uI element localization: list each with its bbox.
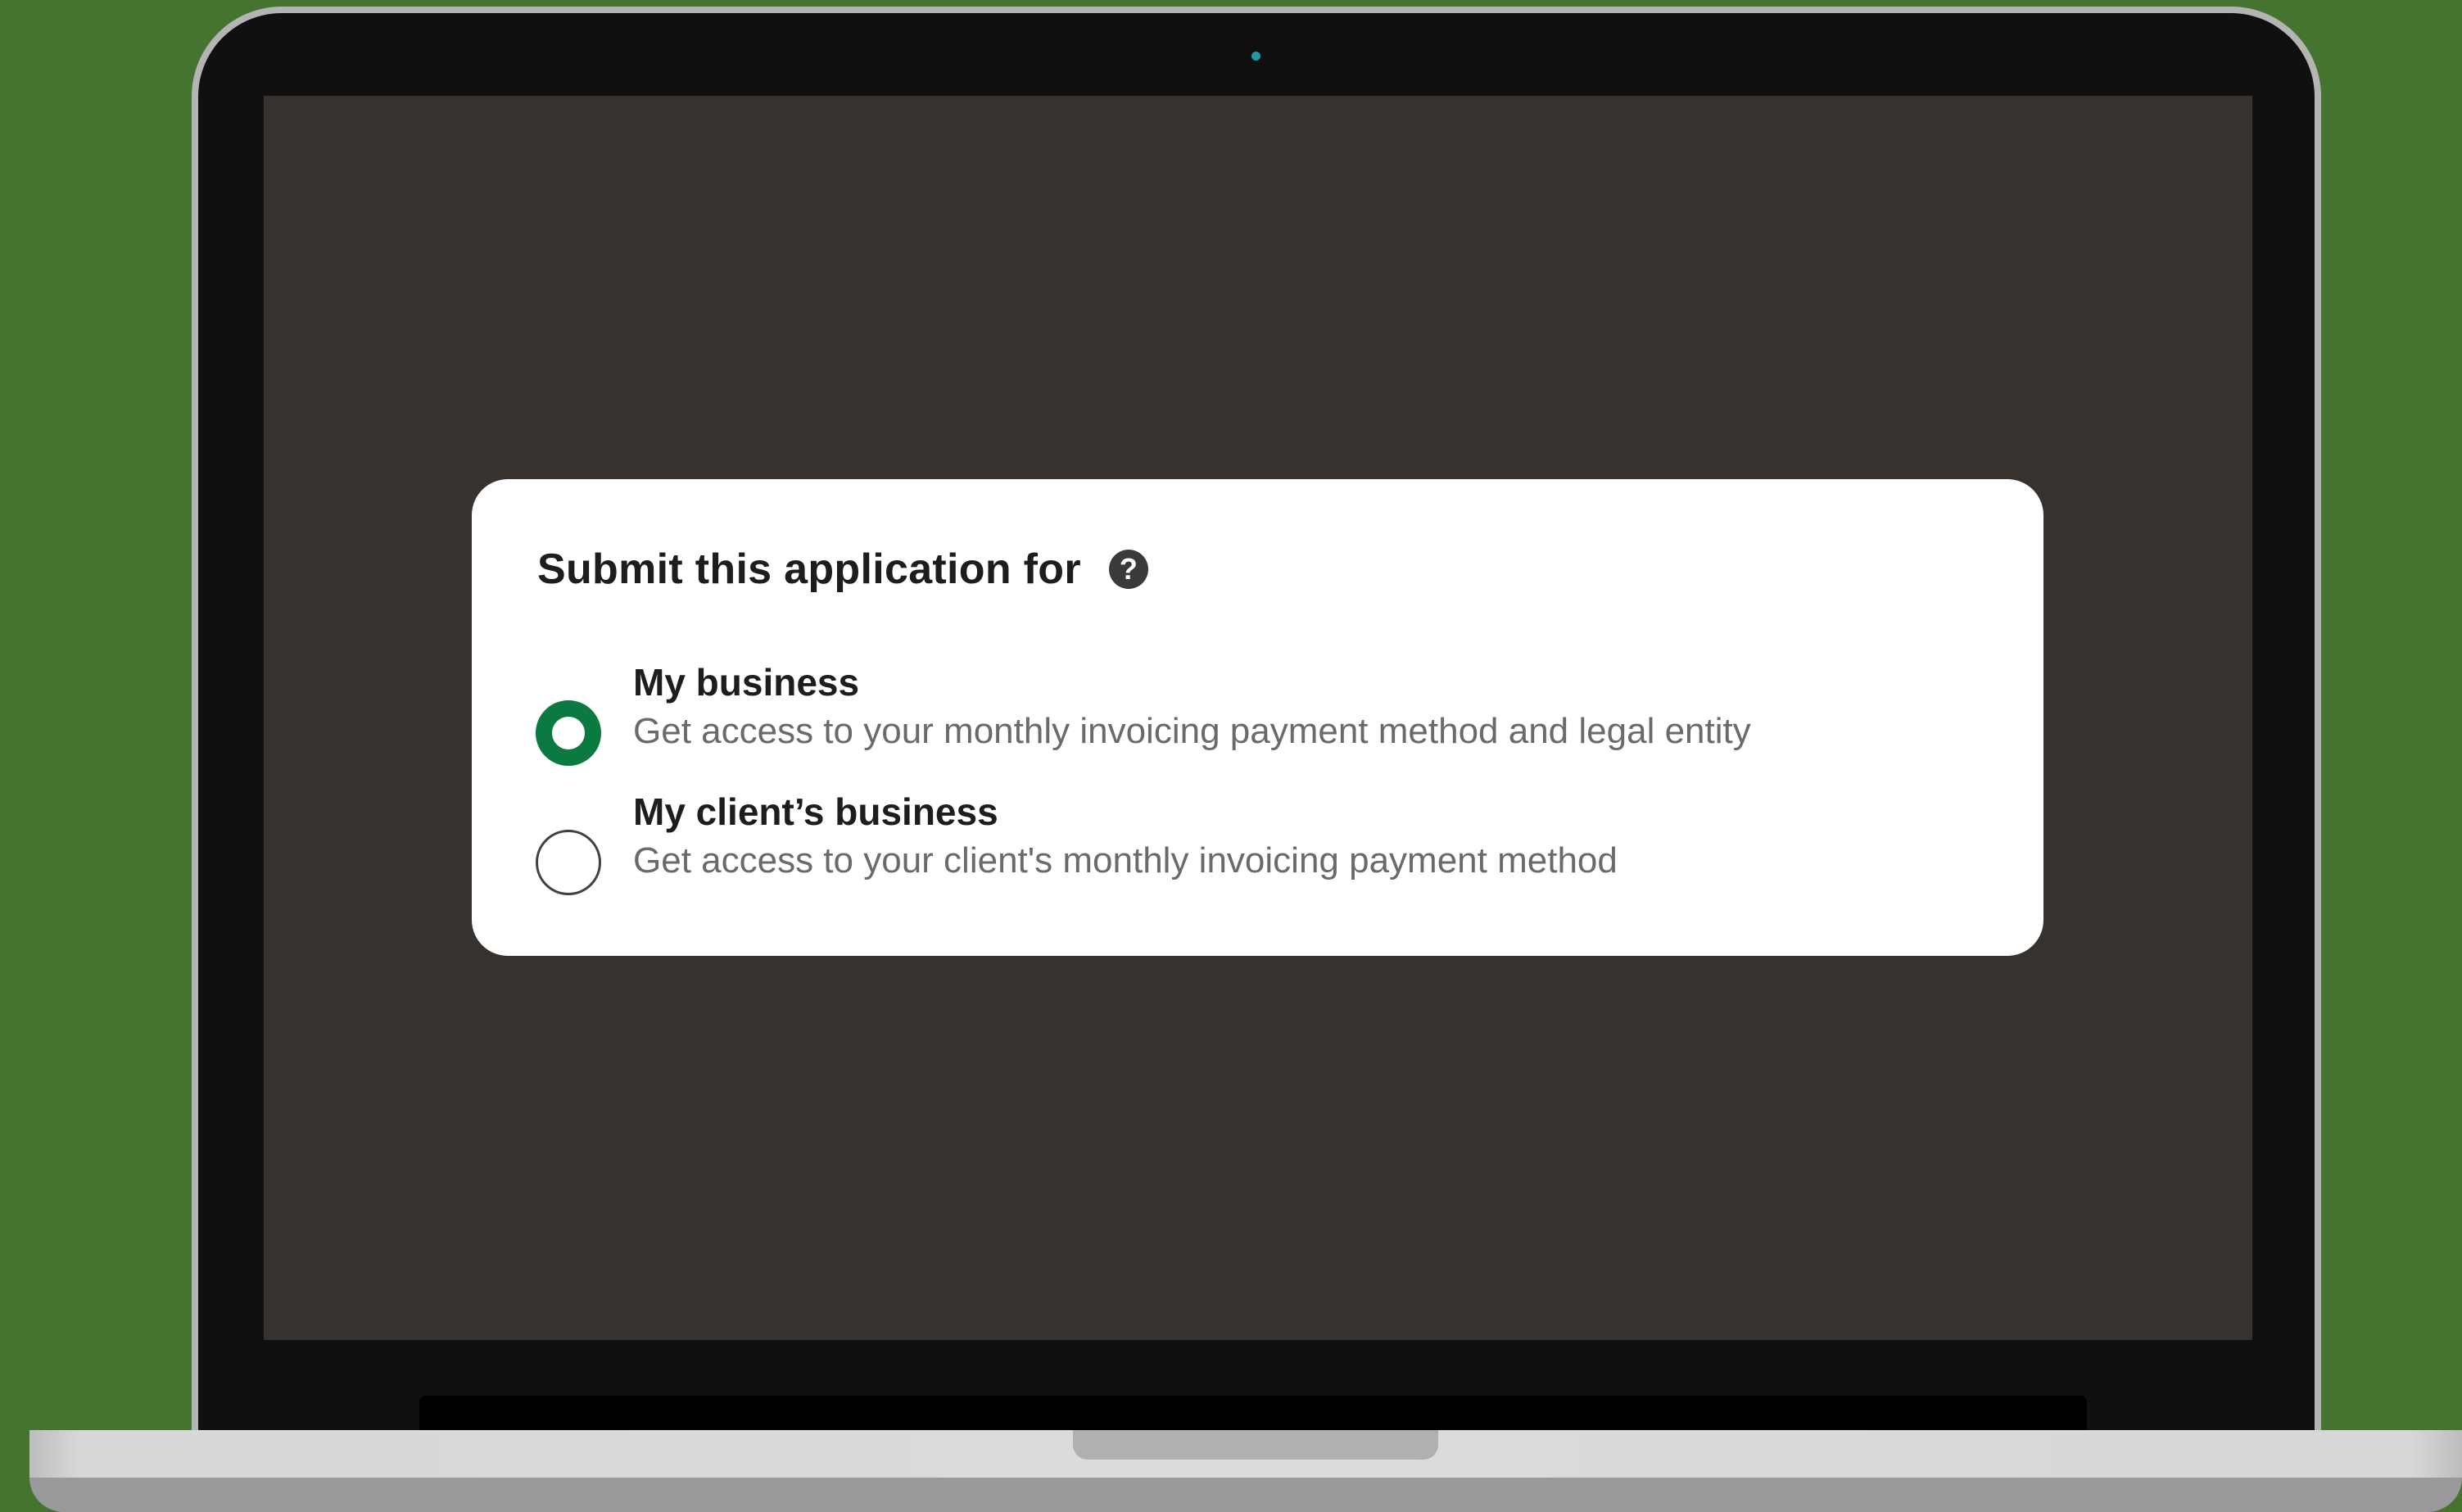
laptop-hinge: [419, 1396, 2087, 1433]
option-description: Get access to your monthly invoicing pay…: [633, 711, 1751, 751]
laptop-notch: [1073, 1430, 1438, 1460]
radio-my-business[interactable]: [536, 700, 601, 766]
dialog-title: Submit this application for: [537, 545, 1081, 593]
option-my-business[interactable]: My business Get access to your monthly i…: [536, 659, 1977, 766]
option-label: My business: [633, 661, 860, 704]
laptop-base-bottom: [29, 1478, 2462, 1512]
radio-clients-business[interactable]: [536, 830, 601, 895]
option-description: Get access to your client's monthly invo…: [633, 840, 1618, 880]
camera-dot: [1251, 52, 1260, 61]
dialog-header: Submit this application for ?: [537, 543, 1148, 595]
application-dialog: Submit this application for ? My busines…: [472, 479, 2043, 956]
option-clients-business[interactable]: My client’s business Get access to your …: [536, 789, 1977, 895]
question-circle-icon[interactable]: ?: [1108, 550, 1148, 589]
option-label: My client’s business: [633, 790, 998, 833]
